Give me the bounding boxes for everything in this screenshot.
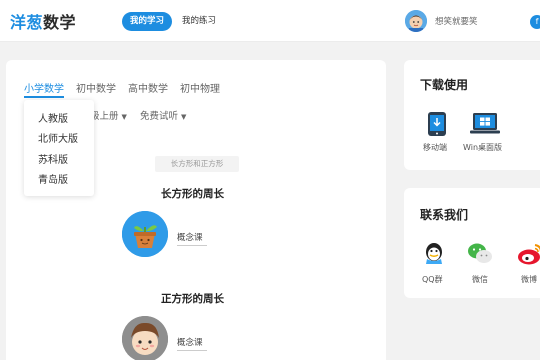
user-avatar[interactable] xyxy=(405,10,427,32)
qq-icon[interactable] xyxy=(420,240,448,268)
grade-filter-label: 级上册 xyxy=(90,111,119,122)
lesson-title[interactable]: 长方形的周长 xyxy=(161,186,224,201)
free-trial-label: 免费试听 xyxy=(140,111,179,122)
windows-download-icon[interactable] xyxy=(470,112,500,136)
lesson-type: 概念课 xyxy=(177,338,203,348)
qq-label[interactable]: QQ群 xyxy=(422,274,443,285)
tab-junior-physics[interactable]: 初中物理 xyxy=(180,80,220,95)
tab-junior-math[interactable]: 初中数学 xyxy=(76,80,116,95)
weibo-label[interactable]: 微博 xyxy=(521,274,537,285)
character-face-icon[interactable] xyxy=(122,316,168,360)
tab-underline xyxy=(24,96,64,98)
tab-senior-math[interactable]: 高中数学 xyxy=(128,80,168,95)
username[interactable]: 想笑就要笑 xyxy=(435,15,478,27)
lesson-divider xyxy=(177,245,207,246)
weibo-icon[interactable] xyxy=(516,240,540,268)
logo[interactable]: 洋葱数学 xyxy=(10,9,76,33)
wechat-icon[interactable] xyxy=(466,240,494,268)
logo-part-1: 洋葱 xyxy=(10,13,44,32)
chevron-down-icon: ▼ xyxy=(121,113,127,121)
nav-my-practice[interactable]: 我的练习 xyxy=(174,12,224,31)
grade-filter[interactable]: 级上册 ▼ xyxy=(90,108,127,122)
free-trial-filter[interactable]: 免费试听 ▼ xyxy=(140,108,186,122)
plant-pot-icon[interactable] xyxy=(122,211,168,257)
download-card: 下载使用 移动端 Win桌面版 xyxy=(404,60,540,170)
wechat-label[interactable]: 微信 xyxy=(472,274,488,285)
logo-part-2: 数学 xyxy=(43,13,77,32)
social-icon[interactable]: f xyxy=(530,15,540,29)
top-header: 洋葱数学 我的学习 我的练习 想笑就要笑 f xyxy=(0,0,540,42)
tab-primary-math[interactable]: 小学数学 xyxy=(24,80,64,95)
dropdown-item-suke[interactable]: 苏科版 xyxy=(38,151,68,166)
lesson-divider xyxy=(177,350,207,351)
mobile-download-icon[interactable] xyxy=(426,112,448,136)
contact-title: 联系我们 xyxy=(420,208,469,222)
chevron-down-icon: ▼ xyxy=(181,113,187,121)
nav-my-learning[interactable]: 我的学习 xyxy=(122,12,173,31)
edition-dropdown: 人教版 北师大版 苏科版 青岛版 xyxy=(24,100,94,196)
windows-label[interactable]: Win桌面版 xyxy=(463,142,502,153)
dropdown-item-qingdao[interactable]: 青岛版 xyxy=(38,171,68,186)
contact-card: 联系我们 QQ群 微信 微博 xyxy=(404,188,540,298)
dropdown-item-beishida[interactable]: 北师大版 xyxy=(38,130,78,145)
lesson-title[interactable]: 正方形的周长 xyxy=(161,291,224,306)
course-card: 小学数学 初中数学 高中数学 初中物理 级上册 ▼ 免费试听 ▼ 人教版 北师大版 … xyxy=(6,60,386,360)
lesson-type: 概念课 xyxy=(177,233,203,243)
download-title: 下载使用 xyxy=(420,78,469,92)
mobile-label[interactable]: 移动端 xyxy=(423,142,447,153)
section-tag: 长方形和正方形 xyxy=(155,156,239,172)
dropdown-item-renjiao[interactable]: 人教版 xyxy=(38,110,68,125)
